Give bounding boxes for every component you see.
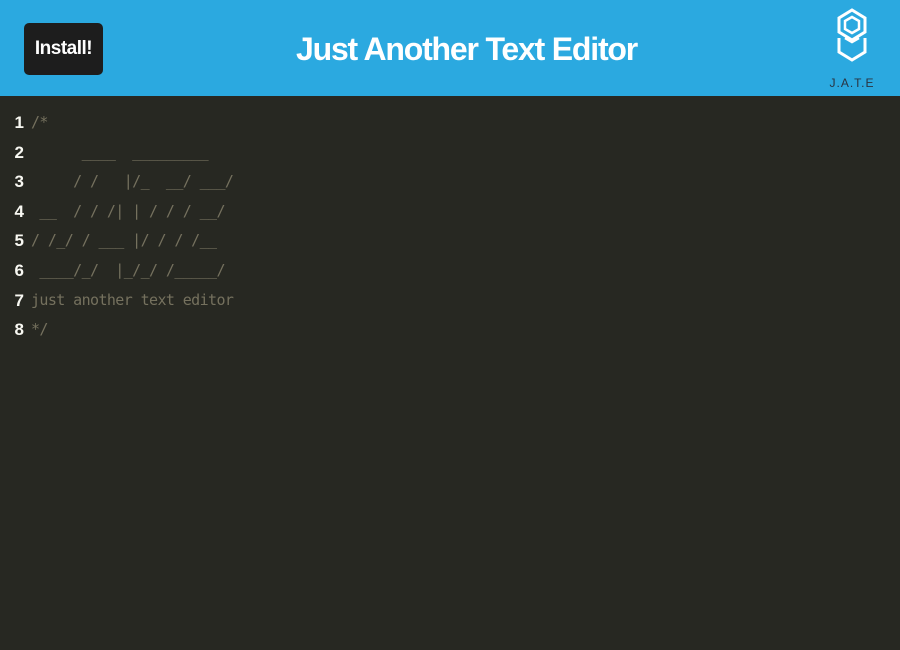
logo: J.A.T.E [826,8,878,94]
code-line[interactable]: / / |/_ __/ ___/ [31,167,891,197]
line-number: 4 [14,201,24,221]
code-line[interactable]: / /_/ / ___ |/ / / /__ [31,226,891,256]
app-title: Just Another Text Editor [296,31,638,67]
code-line[interactable]: just another text editor [31,286,891,316]
code-line[interactable]: ____/_/ |_/_/ /_____/ [31,256,891,286]
line-number: 3 [14,172,24,192]
line-number: 8 [14,320,24,340]
line-number-gutter: 1 2 3 4 5 6 7 8 [0,108,28,345]
line-number: 2 [14,142,24,162]
code-line[interactable]: __ / / /| | / / / __/ [31,197,891,227]
navbar: Install! Just Another Text Editor J.A.T.… [0,0,900,96]
code-editor[interactable]: 1 2 3 4 5 6 7 8 /* ____ _________ / / |/… [0,96,900,650]
line-number: 5 [14,231,24,251]
jate-logo-icon [837,8,867,62]
code-line[interactable]: ____ _________ [31,138,891,168]
logo-text: J.A.T.E [829,76,875,90]
code-line[interactable]: /* [31,108,891,138]
line-number: 1 [14,113,24,132]
code-content[interactable]: /* ____ _________ / / |/_ __/ ___/ __ / … [31,108,891,345]
code-line[interactable]: */ [31,315,891,345]
line-number: 6 [14,260,24,280]
line-number: 7 [14,290,24,310]
